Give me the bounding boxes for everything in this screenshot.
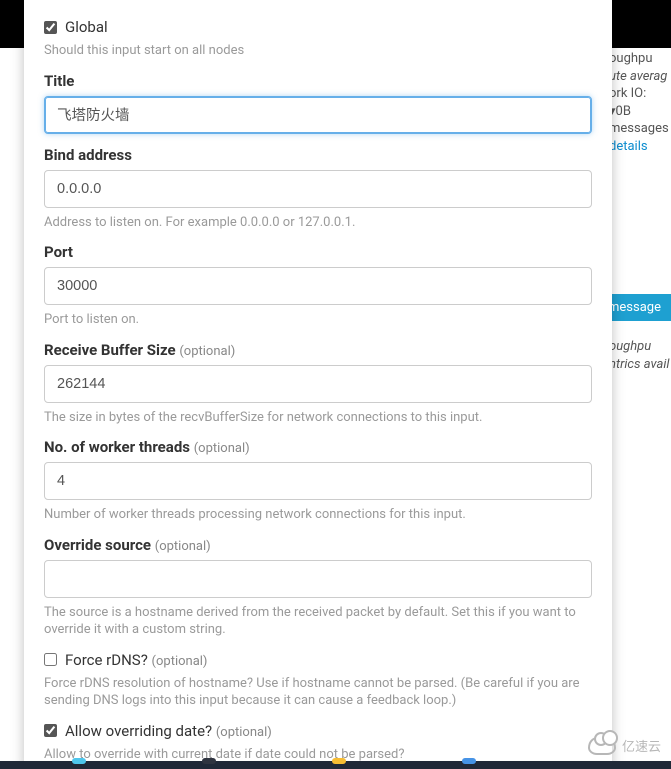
taskbar[interactable]	[0, 761, 671, 769]
taskbar-item-icon[interactable]	[72, 758, 86, 764]
background-metrics-partial-2: oughpu ntrics avail	[609, 338, 671, 373]
worker-threads-help: Number of worker threads processing netw…	[44, 506, 592, 524]
force-rdns-help: Force rDNS resolution of hostname? Use i…	[44, 675, 592, 710]
worker-threads-label: No. of worker threads (optional)	[44, 438, 592, 456]
optional-tag: (optional)	[155, 539, 211, 554]
override-source-label: Override source (optional)	[44, 536, 592, 554]
watermark: 亿速云	[588, 736, 661, 755]
port-input[interactable]	[44, 267, 592, 305]
global-checkbox[interactable]	[44, 21, 57, 34]
background-metrics-partial: oughpu ute averag ork IO: ▾0B messages d…	[609, 50, 671, 155]
optional-tag: (optional)	[152, 654, 208, 669]
force-rdns-checkbox[interactable]	[44, 653, 57, 666]
watermark-text: 亿速云	[622, 736, 661, 755]
title-label: Title	[44, 72, 592, 90]
global-label: Global	[65, 18, 108, 36]
recv-buffer-help: The size in bytes of the recvBufferSize …	[44, 409, 592, 427]
allow-override-date-label: Allow overriding date? (optional)	[65, 722, 272, 740]
recv-buffer-input[interactable]	[44, 365, 592, 403]
override-source-input[interactable]	[44, 560, 592, 598]
optional-tag: (optional)	[194, 441, 250, 456]
taskbar-item-icon[interactable]	[462, 758, 476, 764]
optional-tag: (optional)	[216, 725, 272, 740]
title-input[interactable]	[44, 96, 592, 134]
force-rdns-label: Force rDNS? (optional)	[65, 651, 207, 669]
details-link[interactable]: details	[609, 139, 648, 154]
recv-buffer-label: Receive Buffer Size (optional)	[44, 341, 592, 359]
taskbar-item-icon[interactable]	[202, 758, 216, 764]
global-help: Should this input start on all nodes	[44, 42, 592, 60]
override-source-help: The source is a hostname derived from th…	[44, 604, 592, 639]
cloud-icon	[588, 737, 616, 755]
worker-threads-input[interactable]	[44, 462, 592, 500]
taskbar-item-icon[interactable]	[332, 758, 346, 764]
port-help: Port to listen on.	[44, 311, 592, 329]
allow-override-date-checkbox[interactable]	[44, 724, 57, 737]
bind-address-label: Bind address	[44, 146, 592, 164]
optional-tag: (optional)	[179, 344, 235, 359]
port-label: Port	[44, 243, 592, 261]
bind-address-input[interactable]	[44, 170, 592, 208]
bind-address-help: Address to listen on. For example 0.0.0.…	[44, 214, 592, 232]
input-config-modal: Global Should this input start on all no…	[24, 0, 612, 769]
